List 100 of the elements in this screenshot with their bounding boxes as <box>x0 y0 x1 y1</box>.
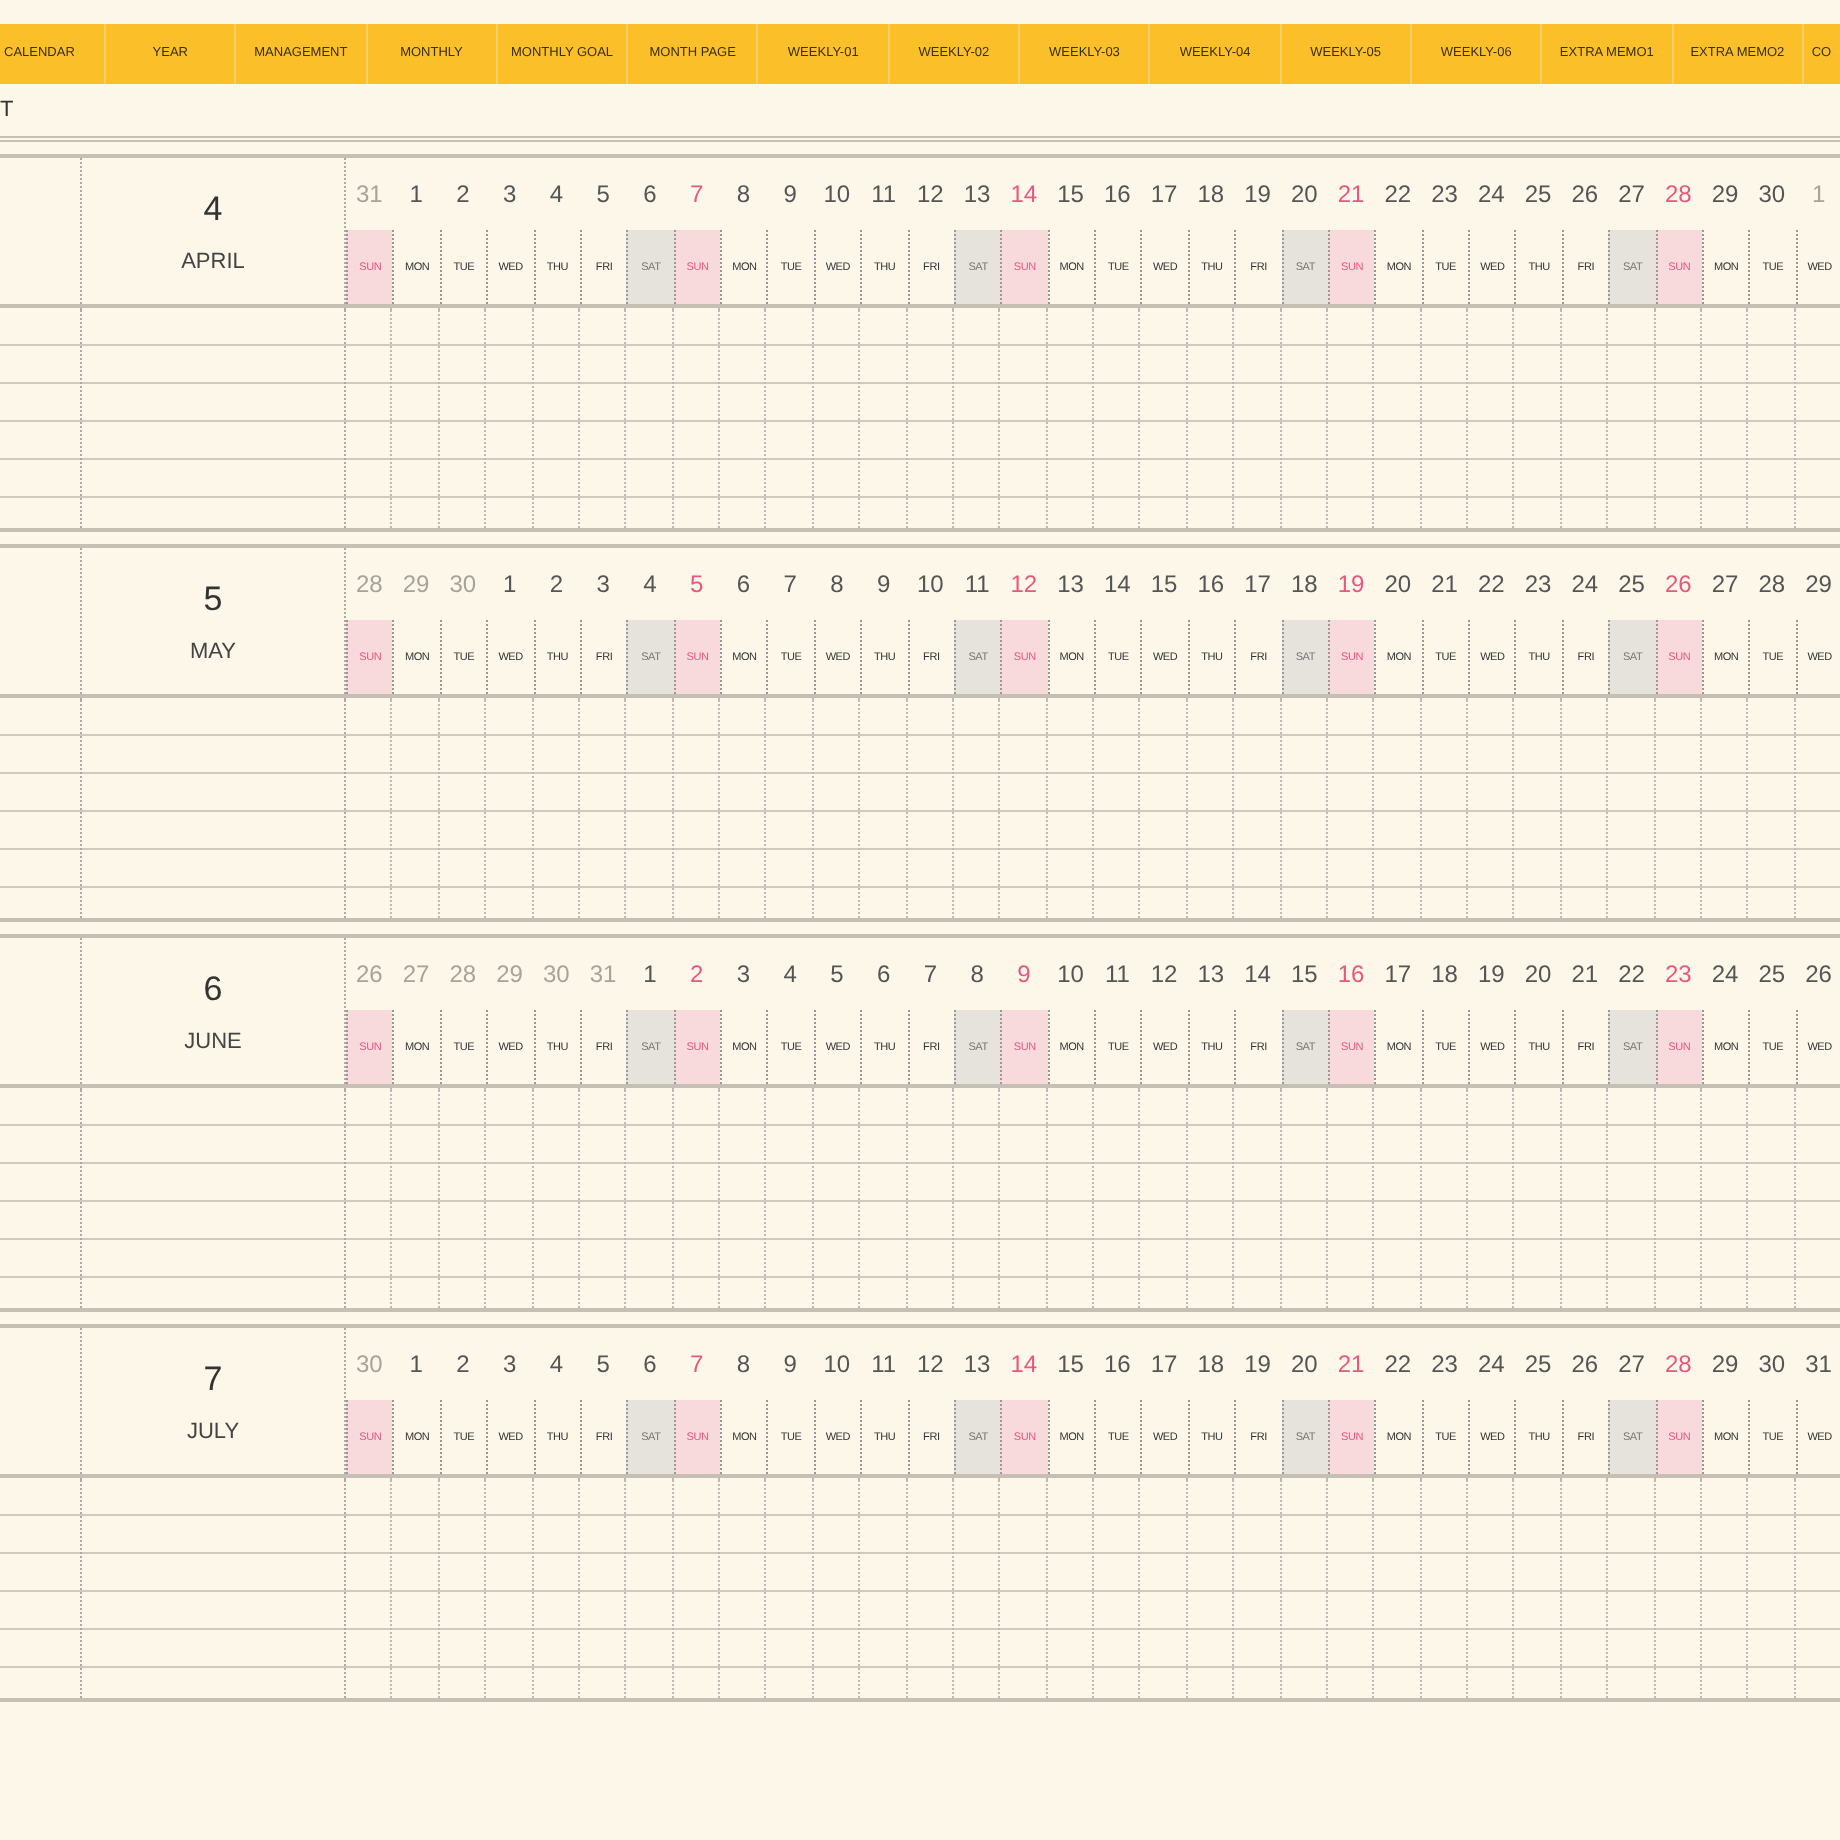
day-number: 5 <box>594 178 612 212</box>
day-number: 11 <box>1102 958 1132 992</box>
day-number: 11 <box>962 568 992 602</box>
day-number: 15 <box>1055 1348 1086 1382</box>
day-number: 7 <box>781 568 799 602</box>
day-number: 18 <box>1429 958 1460 992</box>
day-number: 10 <box>915 568 946 602</box>
day-number: 3 <box>734 958 753 992</box>
day-number: 29 <box>1709 1348 1741 1382</box>
day-number: 1 <box>407 178 425 212</box>
day-number: 4 <box>547 1348 566 1382</box>
day-number: 17 <box>1148 1348 1180 1382</box>
day-number: 20 <box>1382 568 1414 602</box>
day-number: 18 <box>1195 1348 1227 1382</box>
day-number: 24 <box>1476 178 1507 212</box>
day-number: 11 <box>869 178 899 212</box>
day-number: 19 <box>1242 178 1273 212</box>
day-number: 31 <box>354 178 385 212</box>
day-number: 24 <box>1569 568 1601 602</box>
day-number: 5 <box>687 568 706 602</box>
day-number: 10 <box>1055 958 1086 992</box>
day-number: 21 <box>1429 568 1460 602</box>
day-number: 5 <box>828 958 846 992</box>
day-number: 5 <box>594 1348 612 1382</box>
day-number: 23 <box>1522 568 1554 602</box>
day-number: 2 <box>687 958 706 992</box>
day-number: 17 <box>1242 568 1273 602</box>
day-number: 2 <box>454 1348 472 1382</box>
day-number: 4 <box>547 178 566 212</box>
day-number: 9 <box>1015 958 1033 992</box>
day-number: 30 <box>354 1348 385 1382</box>
day-number: 29 <box>494 958 525 992</box>
day-number: 6 <box>734 568 753 602</box>
day-number: 28 <box>447 958 479 992</box>
day-number: 3 <box>500 178 519 212</box>
day-number: 23 <box>1429 1348 1460 1382</box>
day-number: 3 <box>500 1348 519 1382</box>
day-number: 15 <box>1148 568 1180 602</box>
day-number: 16 <box>1335 958 1367 992</box>
day-number: 27 <box>400 958 432 992</box>
day-number: 4 <box>641 568 659 602</box>
month-name: MAY <box>189 639 237 663</box>
day-number: 13 <box>1195 958 1227 992</box>
day-number: 12 <box>915 1348 946 1382</box>
day-number: 1 <box>407 1348 425 1382</box>
month-number: 7 <box>203 1359 223 1399</box>
day-number: 27 <box>1709 568 1741 602</box>
day-number: 8 <box>968 958 986 992</box>
month-number: 4 <box>203 189 223 229</box>
day-number: 26 <box>1569 178 1601 212</box>
day-number: 6 <box>641 1348 659 1382</box>
day-number: 22 <box>1382 1348 1414 1382</box>
day-number: 25 <box>1616 568 1647 602</box>
day-number: 30 <box>541 958 572 992</box>
day-number: 8 <box>828 568 846 602</box>
day-number: 13 <box>961 1348 993 1382</box>
day-number: 29 <box>1709 178 1741 212</box>
day-number: 2 <box>454 178 472 212</box>
day-number: 24 <box>1709 958 1741 992</box>
day-number: 31 <box>587 958 619 992</box>
day-number: 21 <box>1335 1348 1367 1382</box>
day-number: 17 <box>1148 178 1180 212</box>
day-number: 7 <box>687 1348 706 1382</box>
day-number: 20 <box>1289 178 1320 212</box>
day-number: 20 <box>1289 1348 1320 1382</box>
day-number: 11 <box>869 1348 899 1382</box>
day-number: 9 <box>781 1348 799 1382</box>
day-number: 30 <box>1756 1348 1788 1382</box>
day-number: 16 <box>1102 178 1133 212</box>
day-number: 6 <box>874 958 893 992</box>
day-number: 14 <box>1102 568 1133 602</box>
day-number: 26 <box>1803 958 1834 992</box>
day-number: 22 <box>1616 958 1647 992</box>
day-number: 14 <box>1242 958 1273 992</box>
month-number: 6 <box>203 969 223 1009</box>
day-number: 2 <box>547 568 566 602</box>
day-number: 13 <box>961 178 993 212</box>
day-number: 12 <box>1008 568 1040 602</box>
day-number: 26 <box>1663 568 1694 602</box>
month-name: JULY <box>186 1419 240 1443</box>
day-number: 12 <box>915 178 946 212</box>
day-number: 16 <box>1102 1348 1133 1382</box>
day-number: 23 <box>1429 178 1460 212</box>
day-number: 3 <box>594 568 612 602</box>
day-number: 14 <box>1008 178 1040 212</box>
day-number: 8 <box>734 1348 753 1382</box>
day-number: 22 <box>1476 568 1507 602</box>
day-number: 28 <box>354 568 385 602</box>
day-number: 24 <box>1476 1348 1507 1382</box>
day-number: 28 <box>1663 178 1694 212</box>
day-number: 21 <box>1335 178 1367 212</box>
day-number: 1 <box>641 958 659 992</box>
day-number: 18 <box>1195 178 1227 212</box>
day-number: 15 <box>1289 958 1320 992</box>
day-number: 4 <box>781 958 799 992</box>
day-number: 29 <box>400 568 432 602</box>
day-number: 28 <box>1756 568 1788 602</box>
day-number: 29 <box>1803 568 1834 602</box>
day-number: 10 <box>821 1348 853 1382</box>
day-number: 21 <box>1569 958 1601 992</box>
